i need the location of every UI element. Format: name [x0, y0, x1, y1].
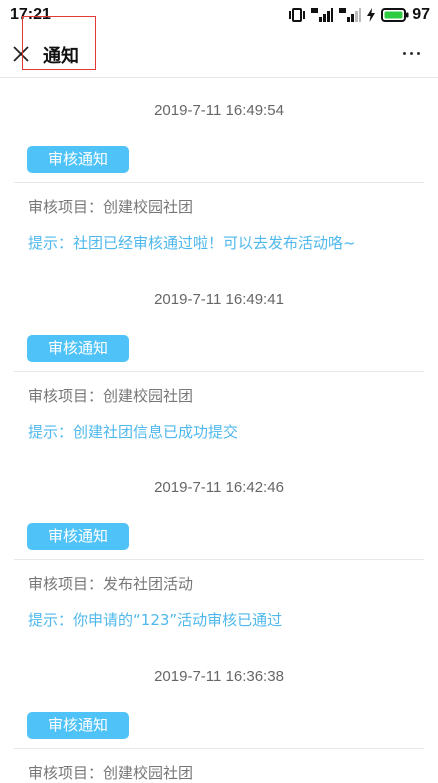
divider: [14, 748, 424, 749]
more-dot: [410, 52, 413, 55]
notification-badge: 审核通知: [27, 712, 129, 739]
notification-time: 2019-7-11 16:42:46: [154, 479, 284, 496]
page-title: 通知: [43, 46, 79, 67]
vibrate-icon: [289, 8, 306, 22]
notification-project: 审核项目：创建校园社团: [28, 387, 194, 405]
notification-tip: 提示：社团已经审核通过啦！可以去发布活动咯~: [28, 234, 356, 252]
notification-badge: 审核通知: [27, 335, 129, 362]
notification-tip: 提示：你申请的“123”活动审核已通过: [28, 611, 283, 629]
battery-icon: [381, 8, 409, 22]
more-dot: [417, 52, 420, 55]
notification-badge: 审核通知: [27, 523, 129, 550]
notification-tip: 提示：创建社团信息已成功提交: [28, 423, 239, 441]
battery: 97: [381, 6, 430, 24]
divider: [14, 371, 424, 372]
status-bar: 17:21 97: [0, 0, 438, 30]
status-icons: 97: [289, 6, 430, 24]
more-dot: [403, 52, 406, 55]
notification-time: 2019-7-11 16:49:41: [154, 291, 284, 308]
signal-4g-icon: [339, 8, 362, 22]
divider: [14, 182, 424, 183]
close-icon[interactable]: [10, 43, 32, 65]
nav-bar: 通知: [0, 30, 438, 78]
notification-badge: 审核通知: [27, 146, 129, 173]
more-icon[interactable]: [403, 52, 420, 55]
signal-4g-icon: [311, 8, 334, 22]
battery-level: 97: [412, 6, 430, 23]
notification-time: 2019-7-11 16:49:54: [154, 102, 284, 119]
status-time: 17:21: [10, 6, 51, 23]
divider: [14, 559, 424, 560]
notification-time: 2019-7-11 16:36:38: [154, 668, 284, 685]
notification-project: 审核项目：发布社团活动: [28, 575, 194, 593]
charging-icon: [367, 8, 376, 22]
notification-project: 审核项目：创建校园社团: [28, 764, 194, 782]
notification-project: 审核项目：创建校园社团: [28, 198, 194, 216]
